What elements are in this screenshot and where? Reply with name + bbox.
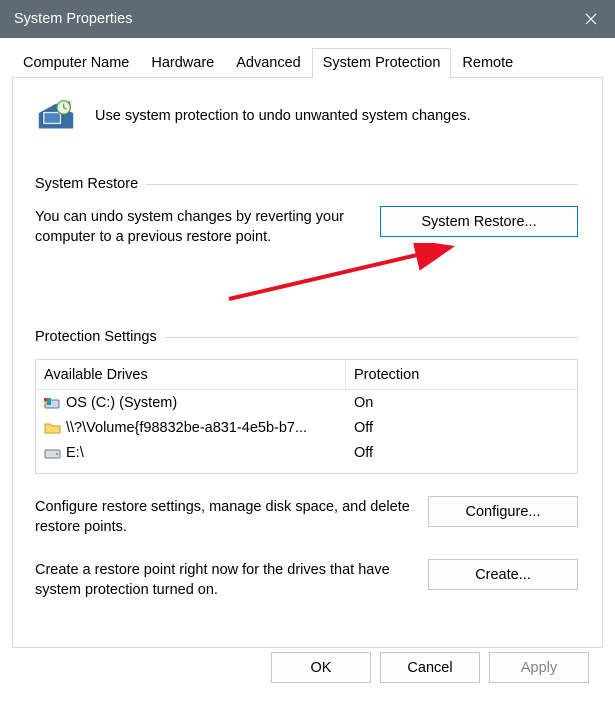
drives-header: Available Drives Protection — [36, 360, 577, 390]
divider — [165, 337, 578, 338]
system-restore-button[interactable]: System Restore... — [380, 206, 578, 237]
close-button[interactable] — [567, 0, 615, 38]
titlebar: System Properties — [0, 0, 615, 38]
close-icon — [585, 13, 597, 25]
drive-row[interactable]: E:\ Off — [36, 440, 577, 465]
protection-settings-group: Protection Settings Available Drives Pro… — [35, 329, 578, 600]
protection-settings-title: Protection Settings — [35, 329, 157, 345]
drive-name-label: OS (C:) (System) — [66, 395, 177, 411]
system-protection-icon — [35, 96, 77, 138]
tab-remote[interactable]: Remote — [451, 48, 524, 78]
configure-desc: Configure restore settings, manage disk … — [35, 496, 414, 537]
os-drive-icon — [44, 396, 62, 410]
configure-button[interactable]: Configure... — [428, 496, 578, 527]
system-restore-title: System Restore — [35, 176, 138, 192]
col-header-protection[interactable]: Protection — [346, 367, 577, 383]
window-title: System Properties — [14, 11, 132, 27]
dialog-footer: OK Cancel Apply — [12, 648, 603, 683]
system-protection-panel: Use system protection to undo unwanted s… — [12, 78, 603, 648]
create-desc: Create a restore point right now for the… — [35, 559, 414, 600]
tabset: Computer Name Hardware Advanced System P… — [12, 48, 603, 78]
folder-icon — [44, 421, 62, 435]
apply-button[interactable]: Apply — [489, 652, 589, 683]
drive-protection-label: Off — [346, 445, 577, 461]
tab-system-protection[interactable]: System Protection — [312, 48, 452, 78]
tab-hardware[interactable]: Hardware — [140, 48, 225, 78]
annotation-arrow — [35, 243, 578, 301]
create-button[interactable]: Create... — [428, 559, 578, 590]
drive-protection-label: On — [346, 395, 577, 411]
drive-name-label: \\?\Volume{f98832be-a831-4e5b-b7... — [66, 420, 307, 436]
tab-advanced[interactable]: Advanced — [225, 48, 312, 78]
system-properties-window: System Properties Computer Name Hardware… — [0, 0, 615, 710]
cancel-button[interactable]: Cancel — [380, 652, 480, 683]
divider — [146, 184, 578, 185]
drive-row[interactable]: \\?\Volume{f98832be-a831-4e5b-b7... Off — [36, 415, 577, 440]
banner: Use system protection to undo unwanted s… — [35, 96, 578, 138]
drive-row[interactable]: OS (C:) (System) On — [36, 390, 577, 415]
system-restore-group: System Restore You can undo system chang… — [35, 176, 578, 301]
banner-text: Use system protection to undo unwanted s… — [95, 107, 471, 127]
tab-computer-name[interactable]: Computer Name — [12, 48, 140, 78]
drive-name-label: E:\ — [66, 445, 84, 461]
ok-button[interactable]: OK — [271, 652, 371, 683]
col-header-drives[interactable]: Available Drives — [36, 360, 346, 389]
drive-icon — [44, 446, 62, 460]
client-area: Computer Name Hardware Advanced System P… — [0, 38, 615, 695]
system-restore-desc: You can undo system changes by reverting… — [35, 206, 366, 247]
drives-table: Available Drives Protection OS (C:) (Sys… — [35, 359, 578, 474]
drive-protection-label: Off — [346, 420, 577, 436]
